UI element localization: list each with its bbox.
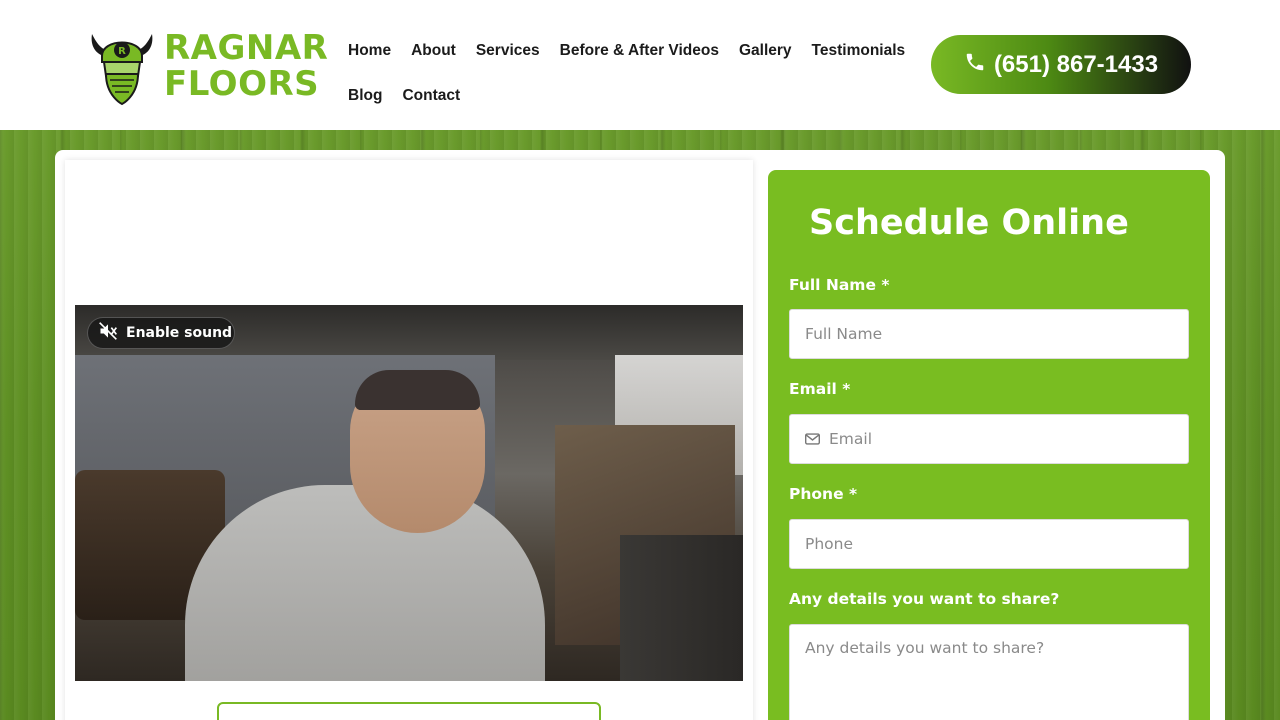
nav-before-after-videos[interactable]: Before & After Videos [560, 42, 719, 60]
nav-gallery[interactable]: Gallery [739, 42, 792, 60]
nav-about[interactable]: About [411, 42, 456, 60]
video-person-hair [355, 370, 480, 410]
enable-sound-button[interactable]: Enable sound [87, 317, 235, 349]
nav-services[interactable]: Services [476, 42, 540, 60]
form-title: Schedule Online [809, 203, 1129, 243]
logo-line-1: RAGNAR [164, 28, 329, 68]
details-placeholder: Any details you want to share? [805, 639, 1045, 657]
video-person-body [185, 485, 545, 681]
viking-logo-icon: R [88, 26, 156, 106]
nav-testimonials[interactable]: Testimonials [812, 42, 906, 60]
main-nav: Home About Services Before & After Video… [348, 28, 908, 118]
email-label: Email * [789, 380, 851, 398]
full-name-label: Full Name * [789, 276, 890, 294]
details-label: Any details you want to share? [789, 590, 1060, 608]
site-logo[interactable]: R RAGNAR FLOORS [88, 26, 328, 106]
phone-input[interactable]: Phone [789, 519, 1189, 569]
logo-badge-letter: R [118, 46, 126, 57]
testimonial-video[interactable] [75, 305, 743, 681]
nav-contact[interactable]: Contact [402, 87, 460, 105]
phone-label: Phone * [789, 485, 858, 503]
logo-line-2: FLOORS [164, 64, 320, 104]
enable-sound-label: Enable sound [126, 325, 233, 341]
video-dresser [620, 535, 743, 681]
site-header: R RAGNAR FLOORS Home About Services Befo… [0, 0, 1280, 130]
logo-wordmark: RAGNAR FLOORS [164, 30, 328, 102]
details-textarea[interactable]: Any details you want to share? [789, 624, 1189, 720]
email-input[interactable]: Email [789, 414, 1189, 464]
email-placeholder: Email [829, 430, 873, 448]
phone-icon [964, 51, 986, 78]
video-action-button[interactable] [217, 702, 601, 720]
muted-speaker-icon [98, 321, 118, 346]
nav-row-1: Home About Services Before & After Video… [348, 28, 908, 73]
nav-row-2: Blog Contact [348, 73, 908, 118]
nav-home[interactable]: Home [348, 42, 391, 60]
phone-call-button[interactable]: (651) 867-1433 [931, 35, 1191, 94]
phone-placeholder: Phone [805, 535, 854, 553]
phone-number: (651) 867-1433 [993, 50, 1159, 78]
full-name-input[interactable]: Full Name [789, 309, 1189, 359]
nav-blog[interactable]: Blog [348, 87, 382, 105]
envelope-icon [805, 433, 820, 445]
full-name-placeholder: Full Name [805, 325, 883, 343]
